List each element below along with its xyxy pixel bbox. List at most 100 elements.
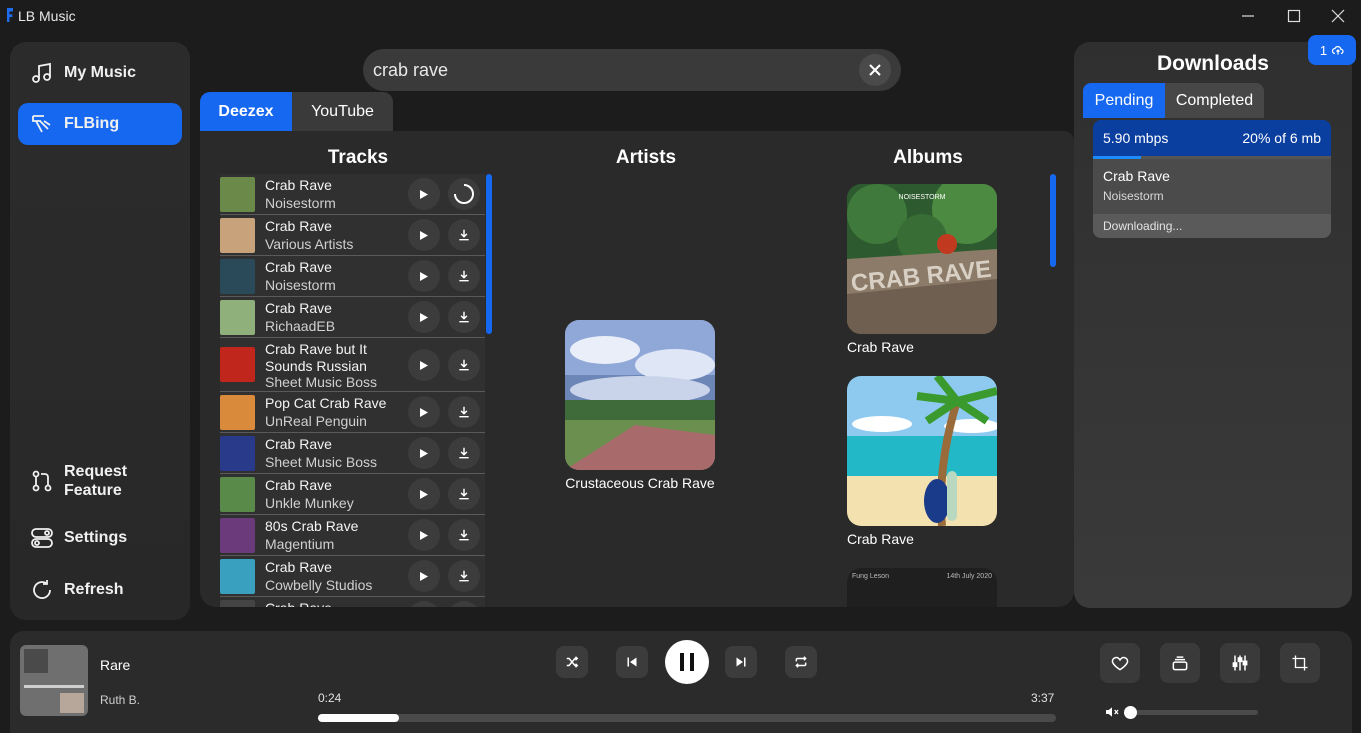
next-button[interactable] (725, 646, 757, 678)
track-row[interactable]: 80s Crab Rave Magentium (220, 515, 485, 556)
play-track-button[interactable] (408, 437, 440, 469)
like-button[interactable] (1100, 643, 1140, 683)
play-track-button[interactable] (408, 396, 440, 428)
sidebar-item-label: Settings (64, 529, 128, 546)
repeat-button[interactable] (785, 646, 817, 678)
download-title: Crab Rave (1103, 168, 1170, 184)
download-icon (459, 311, 469, 323)
play-track-button[interactable] (408, 260, 440, 292)
heart-icon (1111, 656, 1129, 671)
download-track-button[interactable] (448, 260, 480, 292)
download-icon (459, 229, 469, 241)
tab-youtube[interactable]: YouTube (292, 92, 393, 131)
download-icon (459, 529, 469, 541)
download-icon (459, 570, 469, 582)
sidebar-item-refresh[interactable]: Refresh (18, 569, 182, 611)
album-art-image: NOISESTORM CRAB RAVE (847, 184, 997, 334)
download-item[interactable]: 5.90 mbps 20% of 6 mb Crab Rave Noisesto… (1093, 120, 1331, 238)
play-track-button[interactable] (408, 478, 440, 510)
sidebar-item-flbing[interactable]: FLBing (18, 103, 182, 145)
download-track-button[interactable] (448, 396, 480, 428)
download-track-button[interactable] (448, 219, 480, 251)
track-row[interactable]: Crab Rave Cowbelly Studios (220, 556, 485, 597)
artist-image (565, 320, 715, 470)
downloads-badge-button[interactable]: 1 (1308, 35, 1356, 65)
tab-deezex[interactable]: Deezex (200, 92, 292, 131)
now-playing-art[interactable] (20, 645, 88, 716)
minimize-icon (1242, 15, 1254, 17)
play-icon (420, 230, 428, 240)
maximize-button[interactable] (1271, 0, 1317, 32)
play-track-button[interactable] (408, 301, 440, 333)
close-window-button[interactable] (1315, 0, 1361, 32)
album-art-label: NOISESTORM (899, 194, 946, 201)
albums-scrollbar[interactable] (1050, 174, 1056, 267)
minimize-button[interactable] (1225, 0, 1271, 32)
equalizer-button[interactable] (1220, 643, 1260, 683)
download-track-button[interactable] (448, 301, 480, 333)
track-row[interactable]: Crab Rave (220, 597, 485, 607)
download-artist: Noisestorm (1103, 189, 1164, 203)
volume-icon[interactable] (1103, 704, 1121, 720)
track-row[interactable]: Crab Rave Noisestorm (220, 174, 485, 215)
music-note-icon (32, 62, 51, 83)
play-track-button[interactable] (408, 219, 440, 251)
track-row[interactable]: Crab Rave but It Sounds Russian Sheet Mus… (220, 338, 485, 392)
play-track-button[interactable] (408, 519, 440, 551)
play-track-button[interactable] (408, 560, 440, 592)
skip-previous-icon (627, 657, 637, 667)
download-track-button[interactable] (448, 349, 480, 381)
downloads-panel: Downloads Pending Completed 5.90 mbps 20… (1074, 42, 1352, 608)
queue-button[interactable] (1160, 643, 1200, 683)
track-row[interactable]: Crab Rave Sheet Music Boss (220, 433, 485, 474)
play-pause-button[interactable] (665, 640, 709, 684)
track-row[interactable]: Pop Cat Crab Rave UnReal Penguin (220, 392, 485, 433)
album-card-image[interactable] (847, 376, 997, 526)
album-card-image[interactable]: NOISESTORM CRAB RAVE (847, 184, 997, 334)
download-track-button[interactable] (448, 437, 480, 469)
title-bar: LB Music (0, 0, 1361, 32)
play-icon (420, 312, 428, 322)
now-playing-title: Rare (100, 657, 131, 673)
track-row[interactable]: Crab Rave Unkle Munkey (220, 474, 485, 515)
mini-player-button[interactable] (1280, 643, 1320, 683)
download-icon (459, 359, 469, 371)
close-icon (869, 64, 881, 76)
download-track-button[interactable] (448, 519, 480, 551)
sidebar-item-settings[interactable]: Settings (18, 517, 182, 559)
album-name[interactable]: Crab Rave (847, 339, 914, 355)
total-duration: 3:37 (1031, 691, 1055, 705)
artist-card-image[interactable] (565, 320, 715, 470)
tab-pending[interactable]: Pending (1083, 83, 1165, 118)
play-track-button[interactable] (408, 349, 440, 381)
track-row[interactable]: Crab Rave Noisestorm (220, 256, 485, 297)
shuffle-button[interactable] (556, 646, 588, 678)
play-track-button[interactable] (408, 178, 440, 210)
tab-completed[interactable]: Completed (1165, 83, 1264, 118)
clear-search-button[interactable] (859, 54, 891, 86)
volume-slider[interactable] (1126, 710, 1258, 715)
track-row[interactable]: Crab Rave Various Artists (220, 215, 485, 256)
sidebar-item-request-feature[interactable]: Request Feature (18, 456, 182, 506)
play-track-button[interactable] (408, 601, 440, 607)
search-input[interactable]: crab rave (363, 49, 901, 91)
download-spinner[interactable] (448, 178, 480, 210)
track-artist: Cowbelly Studios (265, 577, 373, 593)
tracks-scrollbar[interactable] (486, 174, 492, 334)
volume-slider-knob[interactable] (1124, 706, 1137, 719)
previous-button[interactable] (616, 646, 648, 678)
track-row[interactable]: Crab Rave RichaadEB (220, 297, 485, 338)
album-name[interactable]: Crab Rave (847, 531, 914, 547)
sidebar-item-my-music[interactable]: My Music (18, 52, 182, 94)
maximize-icon (1287, 9, 1301, 23)
downloads-count: 1 (1319, 42, 1328, 58)
seek-bar[interactable] (318, 714, 1056, 722)
download-track-button[interactable] (448, 601, 480, 607)
download-track-button[interactable] (448, 478, 480, 510)
player-bar: Rare Ruth B. 0:24 3:37 (10, 631, 1352, 733)
track-thumbnail (220, 436, 255, 471)
sidebar-nav-top: My Music FLBing (10, 42, 190, 160)
artist-name[interactable]: Crustaceous Crab Rave (545, 475, 735, 491)
download-track-button[interactable] (448, 560, 480, 592)
album-card-image[interactable]: Fung Leson 14th July 2020 (847, 568, 997, 607)
